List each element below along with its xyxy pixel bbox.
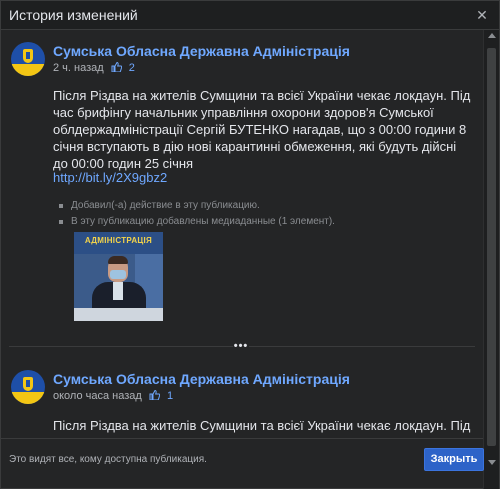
post-link[interactable]: http://bit.ly/2X9gbz2 <box>53 170 167 185</box>
scroll-up-icon[interactable] <box>488 33 496 38</box>
history-list: Сумська Обласна Державна Адміністрація 2… <box>1 30 483 438</box>
visibility-note: Это видят все, кому доступна публикация. <box>9 454 207 465</box>
dialog-header: История изменений ✕ <box>1 1 499 30</box>
post-meta: около часа назад 1 <box>53 390 173 402</box>
edit-history-dialog: История изменений ✕ Сумська Обласна Держ… <box>0 0 500 489</box>
media-thumbnail[interactable]: АДМІНІСТРАЦІЯ <box>74 232 163 321</box>
post-timestamp[interactable]: 2 ч. назад <box>53 62 104 74</box>
avatar[interactable] <box>11 370 45 404</box>
post-text: Після Різдва на жителів Сумщини та всієї… <box>53 88 471 171</box>
thumbs-up-icon <box>149 390 160 400</box>
post-timestamp[interactable]: около часа назад <box>53 390 142 402</box>
more-indicator: ••• <box>233 340 249 352</box>
change-item: Добавил(-а) действие в эту публикацию. <box>59 200 335 211</box>
close-button[interactable]: Закрыть <box>424 448 484 471</box>
close-icon[interactable]: ✕ <box>473 6 491 24</box>
scrollbar[interactable] <box>483 30 499 489</box>
page-name-link[interactable]: Сумська Обласна Державна Адміністрація <box>53 43 350 59</box>
change-item: В эту публикацию добавлены медиаданные (… <box>59 216 335 227</box>
dialog-title: История изменений <box>9 7 138 23</box>
scrollbar-thumb[interactable] <box>487 48 496 446</box>
like-count[interactable]: 2 <box>129 62 135 74</box>
dialog-footer: Это видят все, кому доступна публикация.… <box>1 438 484 488</box>
like-count[interactable]: 1 <box>167 390 173 402</box>
thumbs-up-icon <box>111 62 122 72</box>
media-banner-text: АДМІНІСТРАЦІЯ <box>84 236 153 245</box>
avatar[interactable] <box>11 42 45 76</box>
post-text: Після Різдва на жителів Сумщини та всієї… <box>53 418 471 433</box>
bullet-icon <box>59 204 63 208</box>
page-name-link[interactable]: Сумська Обласна Державна Адміністрація <box>53 371 350 387</box>
post-meta: 2 ч. назад 2 <box>53 62 135 74</box>
scroll-down-icon[interactable] <box>488 460 496 465</box>
change-list: Добавил(-а) действие в эту публикацию. В… <box>59 200 335 232</box>
bullet-icon <box>59 220 63 224</box>
